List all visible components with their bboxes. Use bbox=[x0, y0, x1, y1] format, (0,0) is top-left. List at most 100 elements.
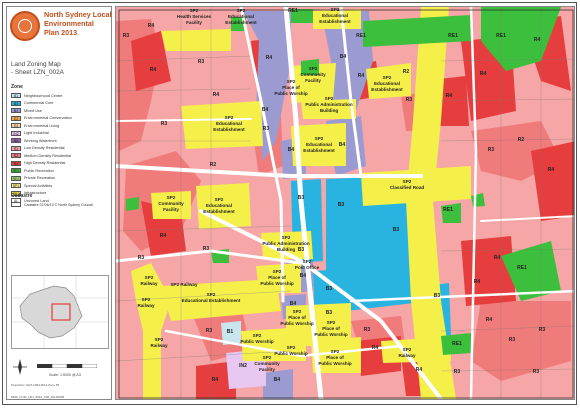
zone-annotation-label: SP2 bbox=[273, 269, 282, 274]
zone-code-label: R3 bbox=[203, 246, 210, 252]
zone-code-label: R3 bbox=[206, 328, 213, 334]
zone-legend-heading: Zone bbox=[11, 84, 23, 90]
zoning-map[interactable]: R3 R4 R4 R3 R2 R3 R4 B4 B4 R3 R4 RE1 RE1 B4 R4 B4 R2 R3 R4… bbox=[115, 6, 575, 400]
zone-code-label: R3 bbox=[123, 33, 130, 39]
projection-note: Projection: GDA 1994 MGA Zone 56 bbox=[11, 383, 60, 387]
zone-annotation-label: Railway bbox=[140, 281, 158, 286]
legend-label: Working Waterfront bbox=[24, 138, 57, 143]
zone-code-label: R4 bbox=[494, 255, 501, 261]
zone-annotation-label: SP2 bbox=[403, 179, 412, 184]
zone-annotation-label: Establishment bbox=[225, 20, 257, 25]
zone-annotation-label: SP2 bbox=[225, 115, 234, 120]
zone-annotation-label: Facility bbox=[186, 20, 202, 25]
legend-row-e2: E2 Environmental Conservation bbox=[11, 115, 111, 123]
zone-code-label: B1 bbox=[227, 329, 234, 335]
zone-code-label: B3 bbox=[434, 293, 441, 299]
zone-annotation-label: SP2 bbox=[142, 297, 151, 302]
council-logo bbox=[10, 11, 40, 41]
zone-annotation-label: SP2 bbox=[167, 195, 176, 200]
zone-annotation-label: SP2 Railway bbox=[170, 282, 198, 287]
legend-row-b6: B6 Working Waterfront bbox=[11, 137, 111, 145]
zone-code-label: R3 bbox=[263, 126, 270, 132]
legend-row-e4: E4 Environmental Living bbox=[11, 122, 111, 130]
legend-row-re1: RE1 Public Recreation bbox=[11, 167, 111, 175]
zone-code-label: RE1 bbox=[517, 265, 527, 271]
zone-code-label: RE1 bbox=[448, 33, 458, 39]
cadastre-heading: Cadastre bbox=[11, 193, 33, 199]
zone-annotation-label: SP2 bbox=[331, 7, 340, 12]
zone-legend: B1 Neighbourhood Centre B3 Commercial Core B… bbox=[11, 92, 111, 205]
zone-code-label: R3 bbox=[539, 327, 546, 333]
legend-row-b4: B4 Mixed Use bbox=[11, 107, 111, 115]
zone-code-label: R2 bbox=[210, 162, 217, 168]
zone-code-label: R2 bbox=[403, 69, 410, 75]
north-arrow-icon bbox=[13, 359, 27, 375]
zone-code-label: R4 bbox=[372, 345, 379, 351]
zone-code-label: IN2 bbox=[239, 363, 247, 369]
zone-annotation-label: Public Administration bbox=[305, 102, 352, 107]
legend-label: Private Recreation bbox=[24, 176, 56, 181]
zone-annotation-label: SP2 bbox=[315, 136, 324, 141]
legend-row-b1: B1 Neighbourhood Centre bbox=[11, 92, 111, 100]
cadastre-label: Cadastre 07/06/13 © North Sydney Council bbox=[24, 202, 93, 207]
zone-code-label: R3 bbox=[138, 255, 145, 261]
zone-code-label: B3 bbox=[298, 195, 305, 201]
legend-label: Commercial Core bbox=[24, 101, 54, 106]
plan-title: North Sydney Local Environmental Plan 20… bbox=[44, 10, 112, 37]
legend-swatch: RE2 bbox=[11, 175, 21, 181]
zone-annotation-label: Establishment bbox=[303, 148, 335, 153]
zone-annotation-label: SP2 bbox=[215, 197, 224, 202]
legend-label: Environmental Conservation bbox=[24, 116, 72, 121]
zone-code-label: R3 bbox=[454, 369, 461, 375]
zone-code-label: RE1 bbox=[356, 33, 366, 39]
legend-swatch: RE1 bbox=[11, 168, 21, 174]
legend-label: Neighbourhood Centre bbox=[24, 93, 63, 98]
zone-code-label: R3 bbox=[509, 337, 516, 343]
zone-code-label: R2 bbox=[518, 137, 525, 143]
zone-code-label: R4 bbox=[486, 317, 493, 323]
zone-annotation-label: Educational bbox=[216, 121, 242, 126]
zone-annotation-label: SP2 bbox=[207, 292, 216, 297]
zone-annotation-label: Public Worship bbox=[260, 281, 294, 286]
legend-swatch: E4 bbox=[11, 123, 21, 129]
zone-code-label: R4 bbox=[480, 71, 487, 77]
zone-code-label: R3 bbox=[406, 97, 413, 103]
zone-annotation-label: SP2 bbox=[327, 320, 336, 325]
zone-annotation-label: Place of bbox=[288, 315, 306, 320]
zone-code-label: B4 bbox=[274, 377, 281, 383]
zone-code-label: B3 bbox=[326, 310, 333, 316]
zone-annotation-label: SP2 bbox=[145, 275, 154, 280]
zone-annotation-label: Public Worship bbox=[314, 332, 348, 337]
legend-swatch: B4 bbox=[11, 108, 21, 114]
zone-code-label: R3 bbox=[488, 147, 495, 153]
legend-swatch: B1 bbox=[11, 93, 21, 99]
legend-label: Medium Density Residential bbox=[24, 153, 72, 158]
zone-annotation-label: Educational bbox=[374, 81, 400, 86]
zone-annotation-label: Educational bbox=[228, 14, 254, 19]
zone-annotation-label: Educational bbox=[306, 142, 332, 147]
zone-annotation-label: Facility bbox=[163, 207, 179, 212]
location-inset-map bbox=[11, 275, 109, 349]
zone-annotation-label: Establishment bbox=[203, 209, 235, 214]
scale-bar bbox=[37, 364, 97, 368]
legend-swatch: B3 bbox=[11, 100, 21, 106]
plan-title-line-2: Environmental bbox=[44, 19, 94, 28]
legend-swatch: R3 bbox=[11, 153, 21, 159]
zone-code-label: RE1 bbox=[288, 8, 298, 14]
legend-row-r2: R2 Low Density Residential bbox=[11, 145, 111, 153]
zone-code-label: B4 bbox=[288, 147, 295, 153]
zone-code-label: RE1 bbox=[443, 207, 453, 213]
zone-annotation-label: Facility bbox=[259, 367, 275, 372]
zone-annotation-label: Educational bbox=[322, 13, 348, 18]
zone-annotation-label: Building bbox=[320, 108, 339, 113]
zone-code-label: R3 bbox=[364, 327, 371, 333]
zone-annotation-label: Public Worship bbox=[274, 351, 308, 356]
zone-annotation-label: SP2 bbox=[293, 309, 302, 314]
zone-code-label: RE1 bbox=[496, 33, 506, 39]
cadastre-legend-row: Cadastre 07/06/13 © North Sydney Council bbox=[11, 202, 93, 207]
zone-annotation-label: SP2 bbox=[303, 259, 312, 264]
zone-code-label: R3 bbox=[198, 59, 205, 65]
zone-annotation-label: SP2 bbox=[287, 345, 296, 350]
legend-label: Low Density Residential bbox=[24, 146, 65, 151]
zone-annotation-label: Railway bbox=[398, 353, 416, 358]
